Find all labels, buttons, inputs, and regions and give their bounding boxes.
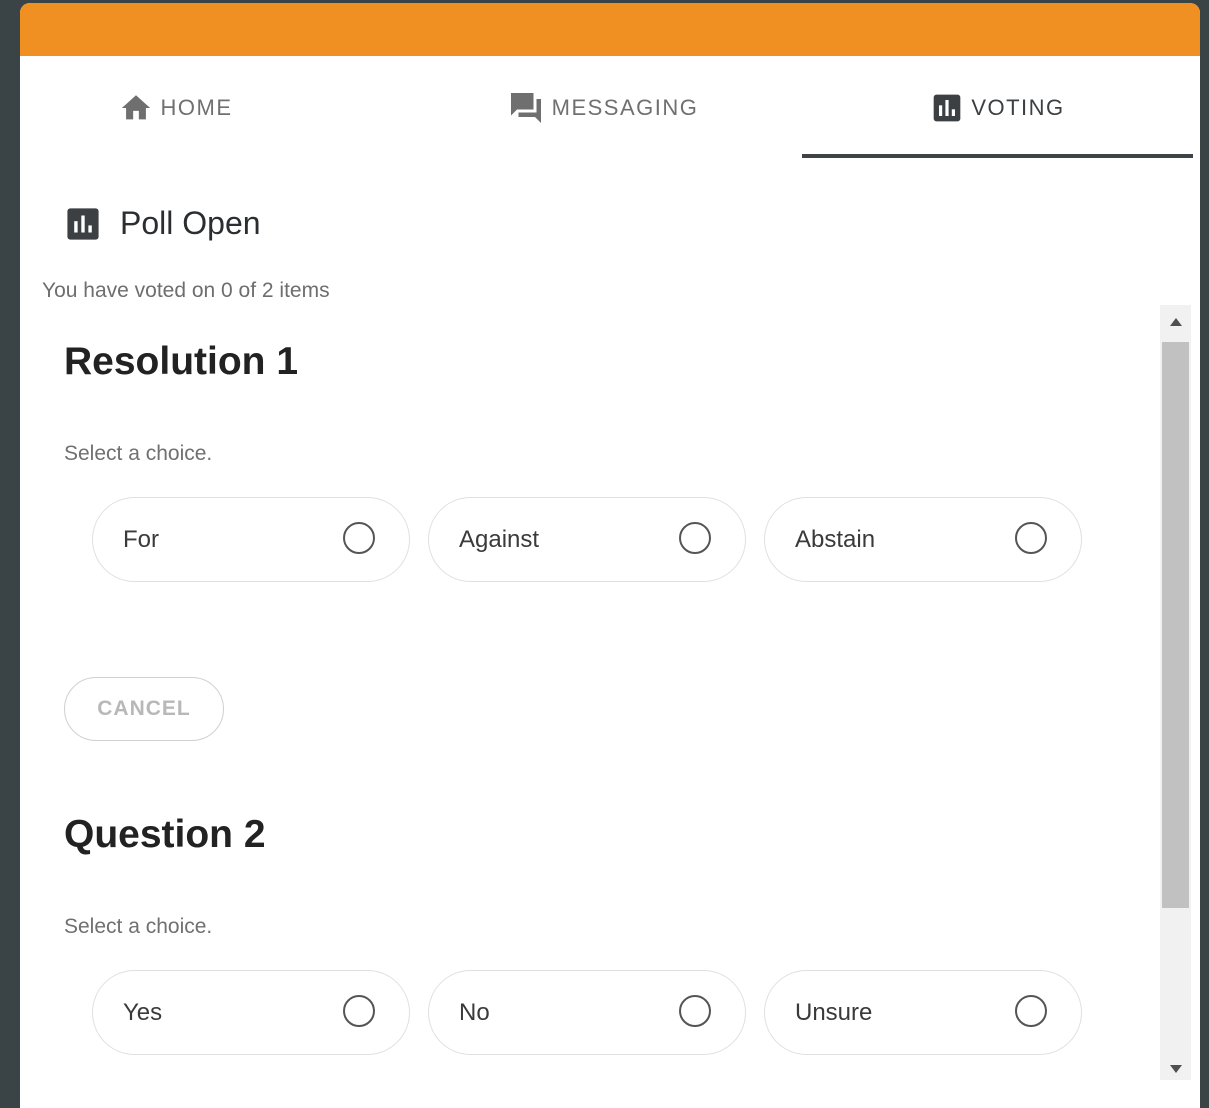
radio-button[interactable]	[679, 522, 711, 554]
poll-icon	[66, 207, 100, 241]
voting-panel: HOME MESSAGING VOTING Poll Open You have…	[20, 3, 1200, 1108]
choice-label: Yes	[123, 999, 163, 1026]
item-title: Question 2	[64, 813, 266, 856]
tab-home-label: HOME	[160, 95, 233, 120]
radio-button[interactable]	[343, 995, 375, 1027]
scroll-up-arrow-icon[interactable]	[1160, 305, 1191, 339]
radio-button[interactable]	[1015, 995, 1047, 1027]
tab-voting[interactable]: VOTING	[802, 56, 1194, 160]
choice-no[interactable]: No	[428, 970, 746, 1055]
cancel-button[interactable]: CANCEL	[64, 677, 224, 741]
radio-button[interactable]	[343, 522, 375, 554]
active-tab-indicator	[802, 154, 1193, 158]
choice-for[interactable]: For	[92, 497, 410, 582]
poll-icon	[931, 91, 963, 125]
choice-label: No	[459, 999, 490, 1026]
choice-label: Against	[459, 526, 540, 553]
choice-label: Abstain	[795, 526, 876, 553]
scroll-down-arrow-icon[interactable]	[1160, 1052, 1191, 1086]
tab-messaging[interactable]: MESSAGING	[398, 56, 808, 160]
item-title: Resolution 1	[64, 340, 299, 383]
vote-progress: You have voted on 0 of 2 items	[42, 279, 330, 302]
choice-against[interactable]: Against	[428, 497, 746, 582]
tab-voting-label: VOTING	[971, 95, 1065, 120]
ballot-list[interactable]: Resolution 1 Select a choice. For Agains…	[20, 305, 1160, 1105]
choice-unsure[interactable]: Unsure	[764, 970, 1082, 1055]
tab-messaging-label: MESSAGING	[551, 95, 699, 120]
header-bar	[20, 3, 1200, 56]
tab-bar: HOME MESSAGING VOTING	[20, 56, 1200, 160]
radio-button[interactable]	[1015, 522, 1047, 554]
poll-status-title: Poll Open	[120, 205, 261, 241]
chat-icon	[508, 89, 544, 127]
choice-label: Unsure	[795, 999, 873, 1026]
poll-status: Poll Open	[66, 205, 261, 242]
choice-abstain[interactable]: Abstain	[764, 497, 1082, 582]
home-icon	[119, 91, 153, 125]
radio-button[interactable]	[679, 995, 711, 1027]
scrollbar-thumb[interactable]	[1162, 342, 1189, 908]
item-hint: Select a choice.	[64, 915, 213, 938]
choice-label: For	[123, 526, 159, 553]
item-hint: Select a choice.	[64, 442, 213, 465]
tab-home[interactable]: HOME	[20, 56, 331, 160]
choice-yes[interactable]: Yes	[92, 970, 410, 1055]
